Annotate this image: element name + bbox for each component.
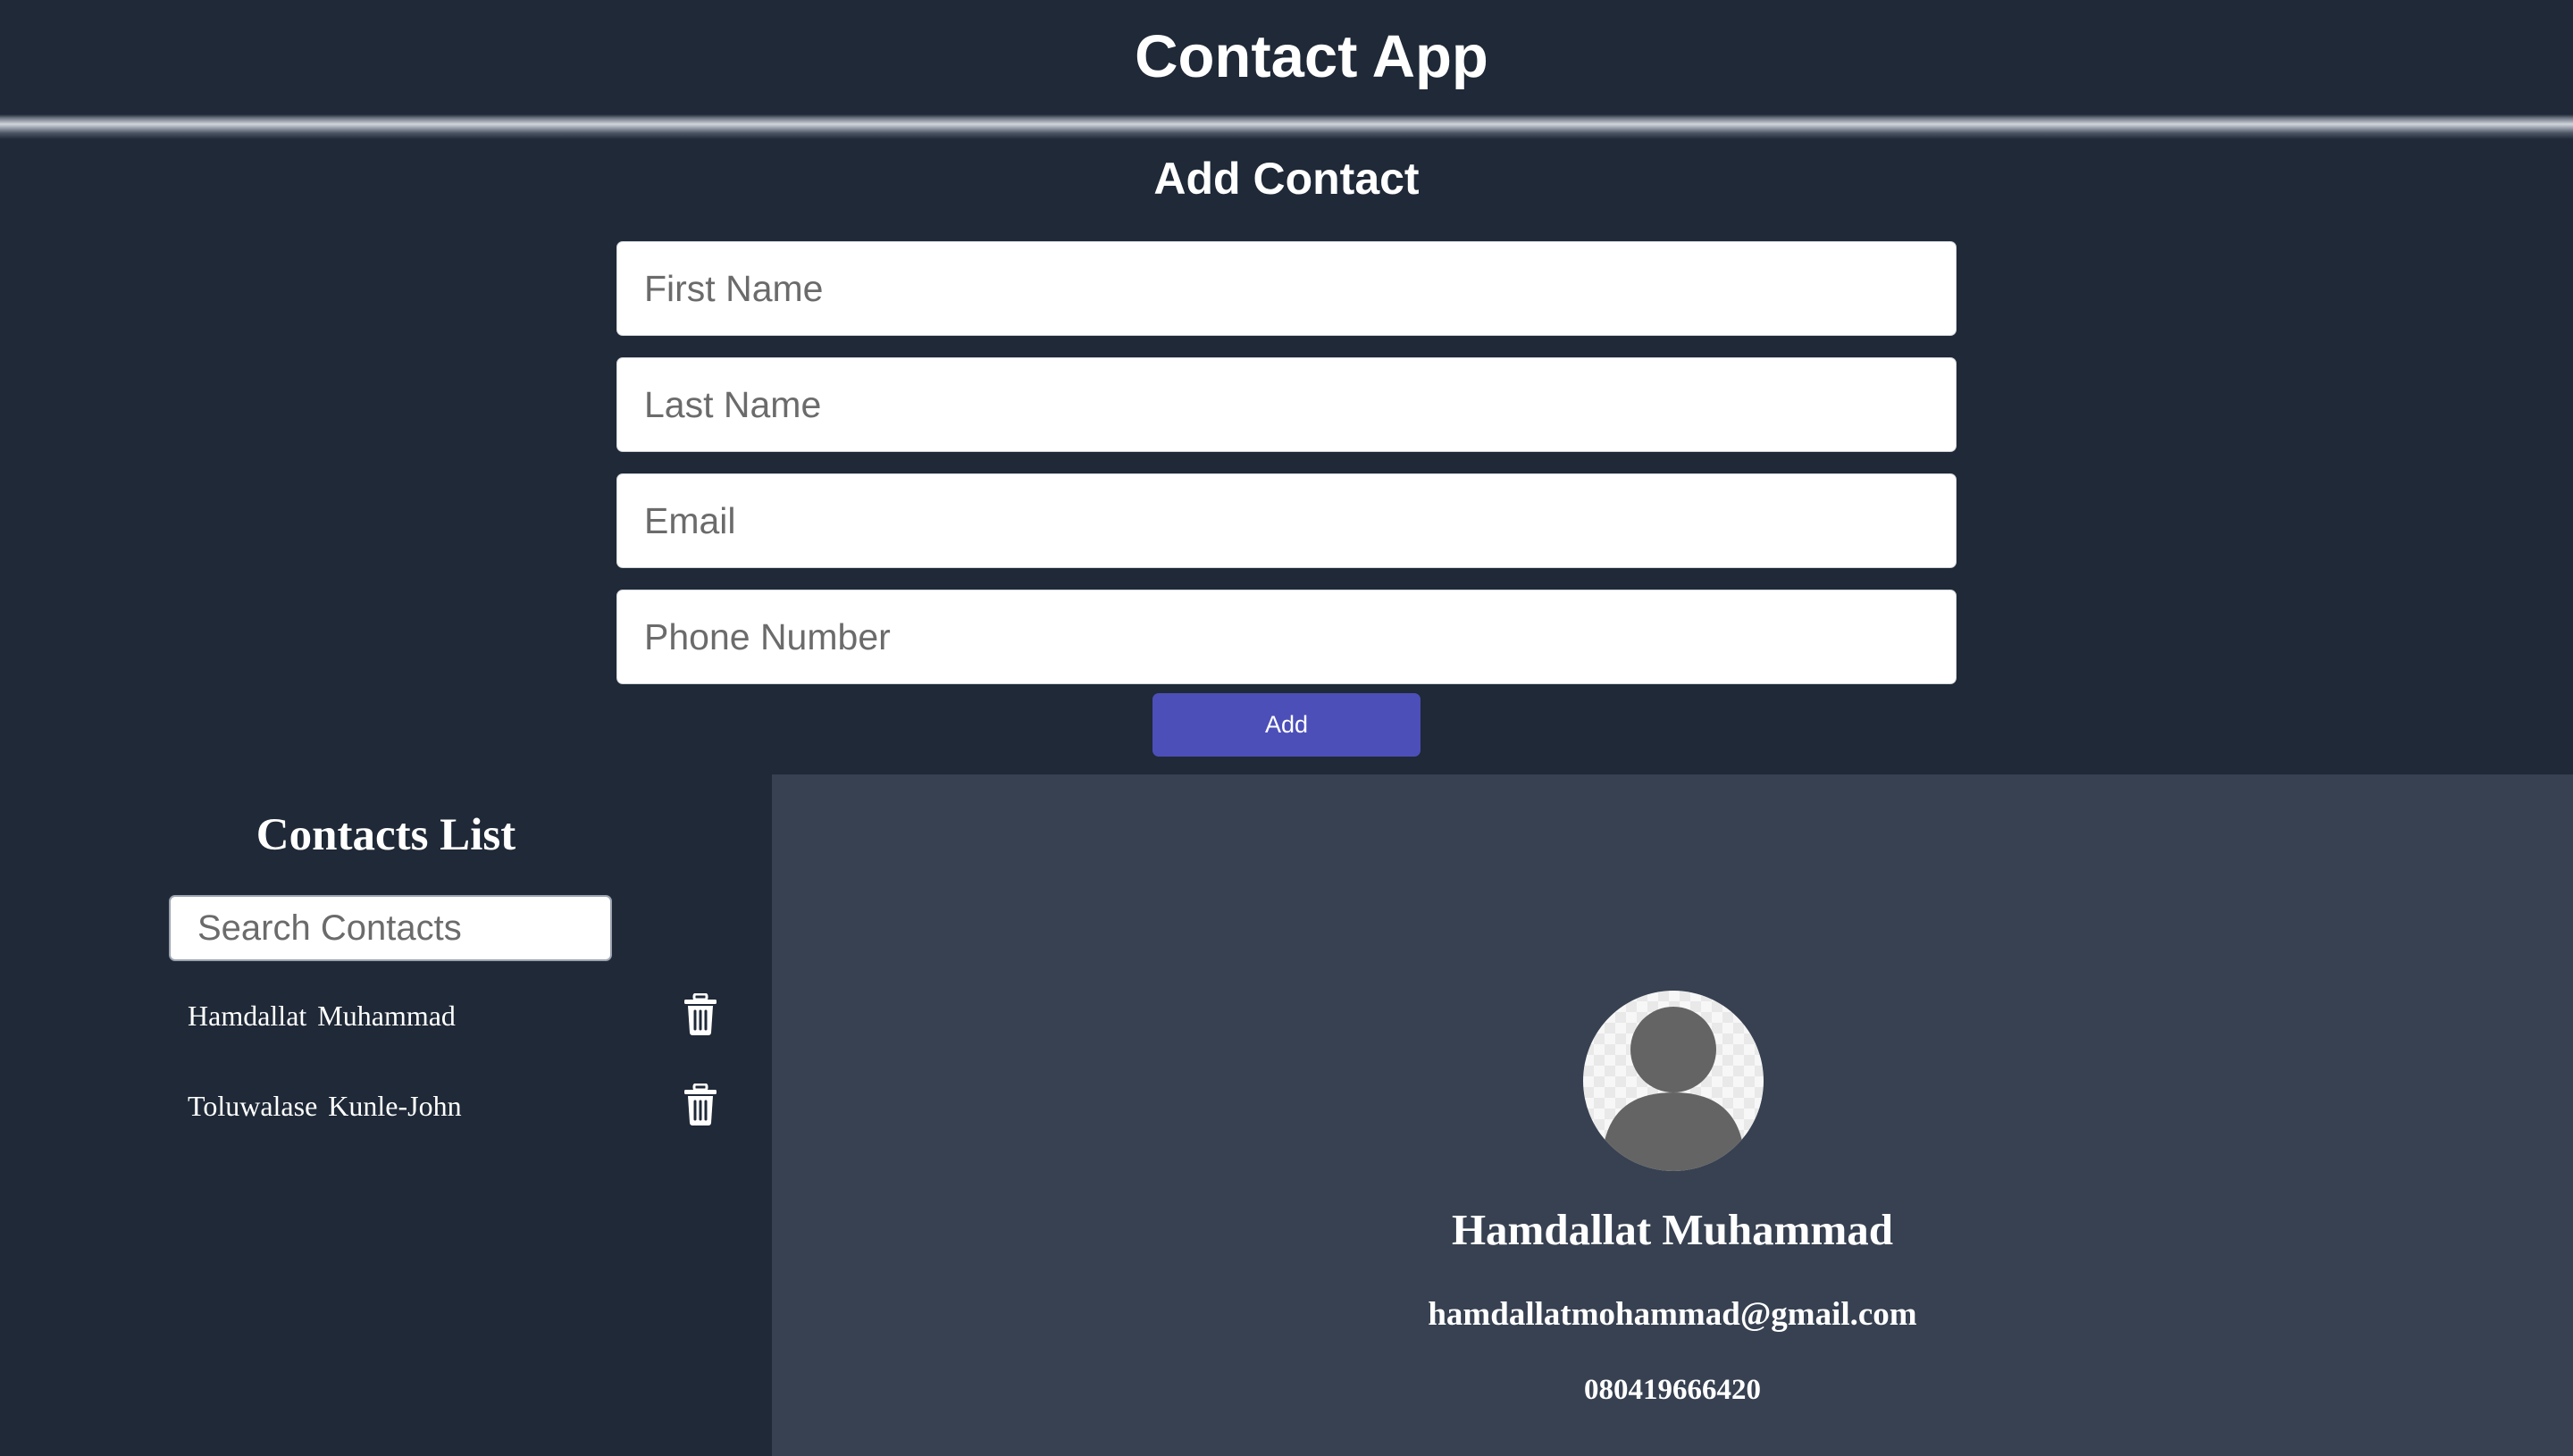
contact-first-name: Hamdallat — [188, 1000, 307, 1032]
contacts-list-panel: Contacts List Hamdallat Muhammad Toluwala… — [0, 774, 772, 1456]
delete-contact-button[interactable] — [681, 1084, 720, 1126]
last-name-input[interactable] — [616, 357, 1957, 452]
phone-number-input[interactable] — [616, 590, 1957, 684]
delete-contact-button[interactable] — [681, 993, 720, 1036]
contact-last-name: Kunle-John — [328, 1090, 462, 1122]
avatar — [1583, 991, 1764, 1171]
header-divider — [0, 114, 2573, 139]
contact-name: Toluwalase Kunle-John — [188, 1089, 462, 1123]
app-header: Contact App — [0, 0, 2573, 116]
contact-last-name: Muhammad — [317, 1000, 456, 1032]
contact-list-item[interactable]: Toluwalase Kunle-John — [170, 1073, 742, 1135]
selected-contact-name: Hamdallat Muhammad — [1451, 1205, 1894, 1254]
contact-detail-panel: Hamdallat Muhammad hamdallatmohammad@gma… — [772, 774, 2573, 1456]
first-name-input[interactable] — [616, 241, 1957, 336]
email-input[interactable] — [616, 473, 1957, 568]
add-contact-title: Add Contact — [1153, 154, 1420, 204]
user-avatar-icon — [1603, 1007, 1744, 1171]
contact-first-name: Toluwalase — [188, 1090, 318, 1122]
add-contact-button[interactable]: Add — [1152, 693, 1421, 757]
selected-contact-email: hamdallatmohammad@gmail.com — [1428, 1296, 1917, 1333]
selected-contact-phone: 080419666420 — [1584, 1374, 1761, 1406]
search-contacts-input[interactable] — [169, 895, 612, 961]
app-title: Contact App — [1135, 23, 1488, 90]
trash-icon — [684, 993, 717, 1035]
trash-icon — [684, 1084, 717, 1125]
contact-name: Hamdallat Muhammad — [188, 999, 456, 1033]
contacts-list-title: Contacts List — [256, 810, 516, 860]
contact-list-item[interactable]: Hamdallat Muhammad — [170, 983, 742, 1045]
